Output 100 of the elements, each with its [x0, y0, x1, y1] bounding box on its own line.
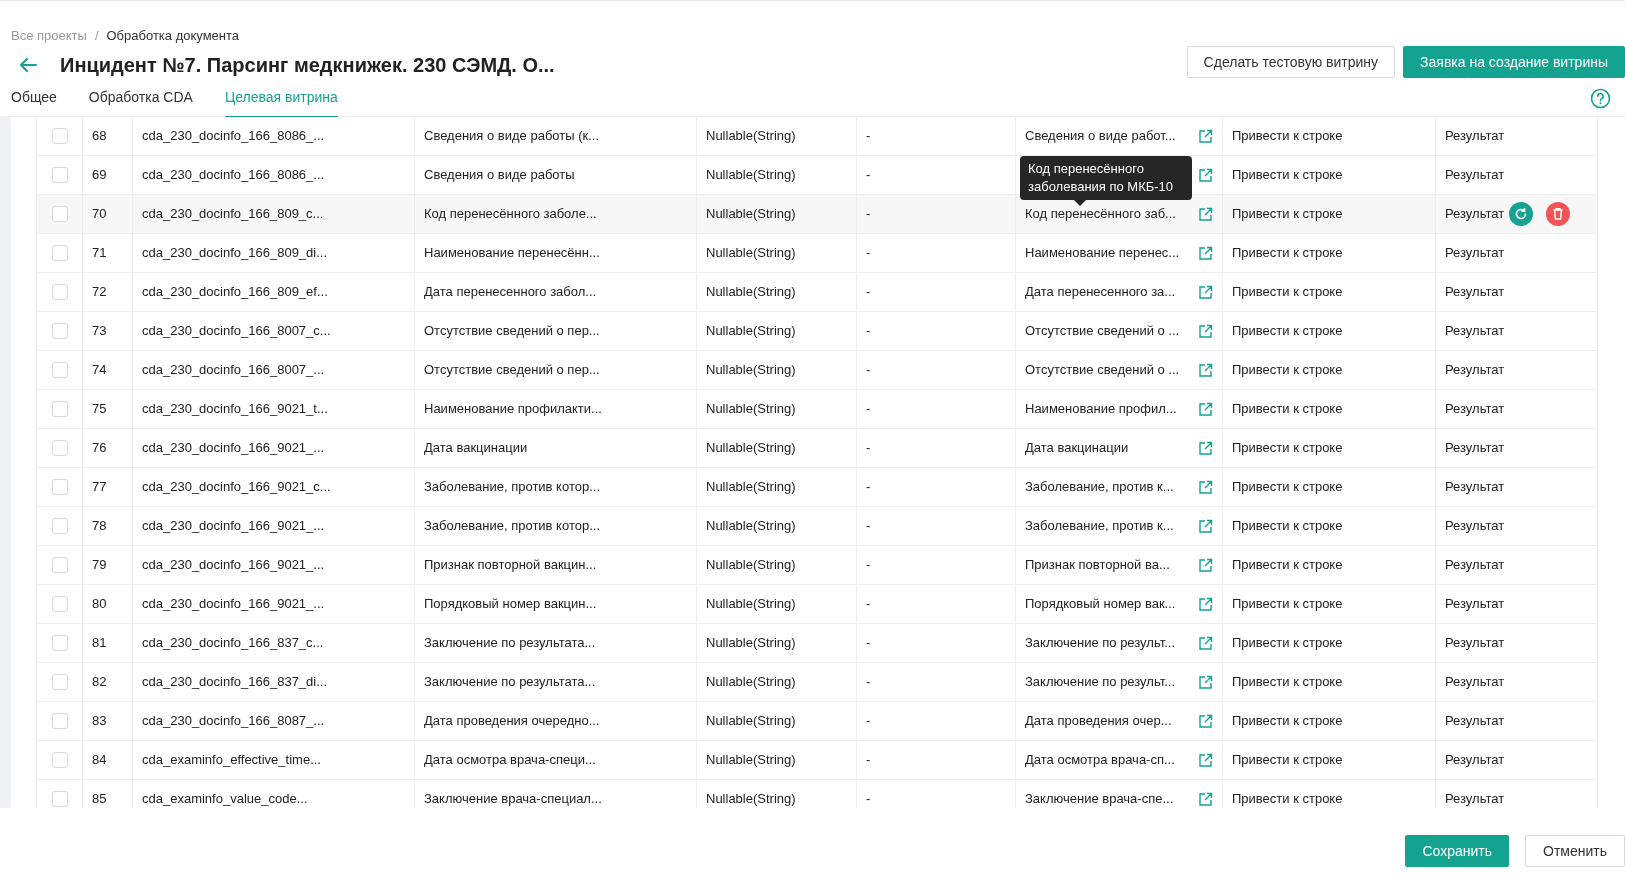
table-row[interactable]: 75 cda_230_docinfo_166_9021_t... Наименование профилакти... Nullable(String) - Наименование профил... Привести к строке Результат	[36, 390, 1598, 429]
table-cell-text: Дата вакцинации	[1025, 439, 1129, 458]
help-icon[interactable]	[1590, 88, 1611, 109]
table-row[interactable]: 85 cda_examinfo_value_code... Заключение врача-специал... Nullable(String) - Заключение врача-спе... Привести к строке Результат	[36, 780, 1598, 808]
row-checkbox[interactable]	[51, 635, 68, 651]
secondary-button[interactable]: Отменить	[1525, 835, 1625, 867]
table-row[interactable]: 74 cda_230_docinfo_166_8007_... Отсутствие сведений о пер... Nullable(String) - Отсутствие сведений о ... Привести к строке Результат	[36, 351, 1598, 390]
row-number: 85	[92, 790, 107, 808]
external-link-icon[interactable]	[1198, 323, 1213, 339]
external-link-icon[interactable]	[1198, 284, 1213, 300]
external-link-icon[interactable]	[1198, 791, 1213, 807]
row-checkbox[interactable]	[51, 401, 68, 417]
external-link-icon[interactable]	[1198, 557, 1213, 573]
trash-icon[interactable]	[1546, 202, 1571, 226]
row-checkbox[interactable]	[51, 284, 68, 300]
table-cell-text: Наименование профил...	[1025, 400, 1177, 419]
table-cell-text: Привести к строке	[1232, 517, 1343, 536]
table-row[interactable]: 81 cda_230_docinfo_166_837_c... Заключение по результата... Nullable(String) - Заключение по результ... Привести к строке Результат	[36, 624, 1598, 663]
external-link-icon[interactable]	[1198, 479, 1213, 495]
external-link-icon[interactable]	[1198, 635, 1213, 651]
row-checkbox[interactable]	[51, 479, 68, 495]
row-number: 72	[92, 283, 107, 302]
external-link-icon[interactable]	[1198, 128, 1213, 144]
table-cell-text: Порядковый номер вак...	[1025, 595, 1176, 614]
table-cell-text: Результат	[1445, 790, 1505, 808]
row-checkbox[interactable]	[51, 440, 68, 456]
table-row[interactable]: 71 cda_230_docinfo_166_809_di... Наименование перенесённ... Nullable(String) - Наименование перенес... Привести к строке Результат	[36, 234, 1598, 273]
table-cell-text: Наименование профилакти...	[424, 400, 602, 419]
row-checkbox[interactable]	[51, 518, 68, 534]
table-cell-text: Наименование перенесённ...	[424, 244, 600, 263]
table-cell-text: Код перенесённого заб...	[1025, 205, 1176, 224]
table-cell-text: Привести к строке	[1232, 712, 1343, 731]
row-number: 75	[92, 400, 107, 419]
table-cell-text: -	[866, 712, 871, 731]
table-cell-text: Заключение по результ...	[1025, 673, 1176, 692]
row-checkbox[interactable]	[51, 713, 68, 729]
table-cell-text: Сведения о виде работы (к...	[424, 127, 600, 146]
external-link-icon[interactable]	[1198, 440, 1213, 456]
table-cell-text: Nullable(String)	[706, 439, 796, 458]
tab[interactable]: Обработка CDA	[88, 87, 193, 118]
external-link-icon[interactable]	[1198, 167, 1213, 183]
back-arrow-icon[interactable]	[18, 57, 38, 73]
breadcrumb-link[interactable]: Обработка документа	[106, 26, 240, 46]
table-row[interactable]: 72 cda_230_docinfo_166_809_ef... Дата перенесенного забол... Nullable(String) - Дата перенесенного за... Привести к строке Результат	[36, 273, 1598, 312]
external-link-icon[interactable]	[1198, 596, 1213, 612]
table-cell-text: -	[866, 478, 871, 497]
breadcrumb-separator: /	[94, 27, 99, 45]
table-cell-text: cda_230_docinfo_166_9021_t...	[142, 400, 328, 419]
table-row[interactable]: 80 cda_230_docinfo_166_9021_... Порядковый номер вакцин... Nullable(String) - Порядковый номер вак... Привести к строке Результат	[36, 585, 1598, 624]
secondary-button[interactable]: Сделать тестовую витрину	[1186, 46, 1396, 78]
row-checkbox[interactable]	[51, 206, 68, 222]
row-number: 71	[92, 244, 107, 263]
table-row[interactable]: 79 cda_230_docinfo_166_9021_... Признак повторной вакцин... Nullable(String) - Признак повторной ва... Привести к строке Результат	[36, 546, 1598, 585]
table-cell-text: cda_examinfo_effective_time...	[142, 751, 321, 770]
row-checkbox[interactable]	[51, 245, 68, 261]
external-link-icon[interactable]	[1198, 674, 1213, 690]
table-row[interactable]: 70 cda_230_docinfo_166_809_c... Код перенесённого заболе... Nullable(String) - Код перенесённого заб... Привести к строке Результат	[36, 195, 1598, 234]
row-checkbox[interactable]	[51, 362, 68, 378]
row-checkbox[interactable]	[51, 167, 68, 183]
row-number: 82	[92, 673, 107, 692]
table-cell-text: Результат	[1445, 400, 1505, 419]
external-link-icon[interactable]	[1198, 245, 1213, 261]
table-row[interactable]: 83 cda_230_docinfo_166_8087_... Дата проведения очередно... Nullable(String) - Дата проведения очер... Привести к строке Результат	[36, 702, 1598, 741]
table-cell-text: Nullable(String)	[706, 205, 796, 224]
table-cell-text: Дата осмотра врача-специ...	[424, 751, 596, 770]
row-checkbox[interactable]	[51, 557, 68, 573]
table-row[interactable]: 76 cda_230_docinfo_166_9021_... Дата вакцинации Nullable(String) - Дата вакцинации Привести к строке Результат	[36, 429, 1598, 468]
external-link-icon[interactable]	[1198, 401, 1213, 417]
tab[interactable]: Общее	[11, 87, 57, 118]
row-checkbox[interactable]	[51, 752, 68, 768]
external-link-icon[interactable]	[1198, 362, 1213, 378]
table-row[interactable]: 68 cda_230_docinfo_166_8086_... Сведения о виде работы (к... Nullable(String) - Сведения о виде работ... Привести к строке Результат	[36, 117, 1598, 156]
external-link-icon[interactable]	[1198, 752, 1213, 768]
table-cell-text: Дата проведения очер...	[1025, 712, 1172, 731]
row-checkbox[interactable]	[51, 128, 68, 144]
table-cell-text: Привести к строке	[1232, 244, 1343, 263]
row-checkbox[interactable]	[51, 323, 68, 339]
refresh-icon[interactable]	[1509, 202, 1534, 226]
row-number: 76	[92, 439, 107, 458]
external-link-icon[interactable]	[1198, 206, 1213, 222]
row-checkbox[interactable]	[51, 596, 68, 612]
table-cell-text: Результат	[1445, 127, 1505, 146]
table-cell-text: Nullable(String)	[706, 634, 796, 653]
table-cell-text: Результат	[1445, 361, 1505, 380]
external-link-icon[interactable]	[1198, 713, 1213, 729]
table-cell-text: cda_230_docinfo_166_837_c...	[142, 634, 324, 653]
table-cell-text: Сведения о виде работы	[424, 166, 575, 185]
page-title: Инцидент №7. Парсинг медкнижек. 230 СЭМД. О...	[60, 53, 555, 78]
row-checkbox[interactable]	[51, 791, 68, 807]
table-row[interactable]: 77 cda_230_docinfo_166_9021_c... Заболевание, против котор... Nullable(String) - Заболевание, против к... Привести к строке Результат	[36, 468, 1598, 507]
table-cell-text: Отсутствие сведений о ...	[1025, 361, 1180, 380]
table-row[interactable]: 78 cda_230_docinfo_166_9021_... Заболевание, против котор... Nullable(String) - Заболевание, против к... Привести к строке Результат	[36, 507, 1598, 546]
table-cell-text: Заболевание, против к...	[1025, 517, 1174, 536]
table-row[interactable]: 73 cda_230_docinfo_166_8007_c... Отсутствие сведений о пер... Nullable(String) - Отсутствие сведений о ... Привести к строке Результат	[36, 312, 1598, 351]
table-cell-text: Результат	[1445, 673, 1505, 692]
table-row[interactable]: 84 cda_examinfo_effective_time... Дата осмотра врача-специ... Nullable(String) - Дата осмотра врача-сп... Привести к строке Результат	[36, 741, 1598, 780]
table-cell-text: Результат	[1445, 634, 1505, 653]
external-link-icon[interactable]	[1198, 518, 1213, 534]
table-row[interactable]: 82 cda_230_docinfo_166_837_di... Заключение по результата... Nullable(String) - Заключение по результ... Привести к строке Результат	[36, 663, 1598, 702]
row-checkbox[interactable]	[51, 674, 68, 690]
